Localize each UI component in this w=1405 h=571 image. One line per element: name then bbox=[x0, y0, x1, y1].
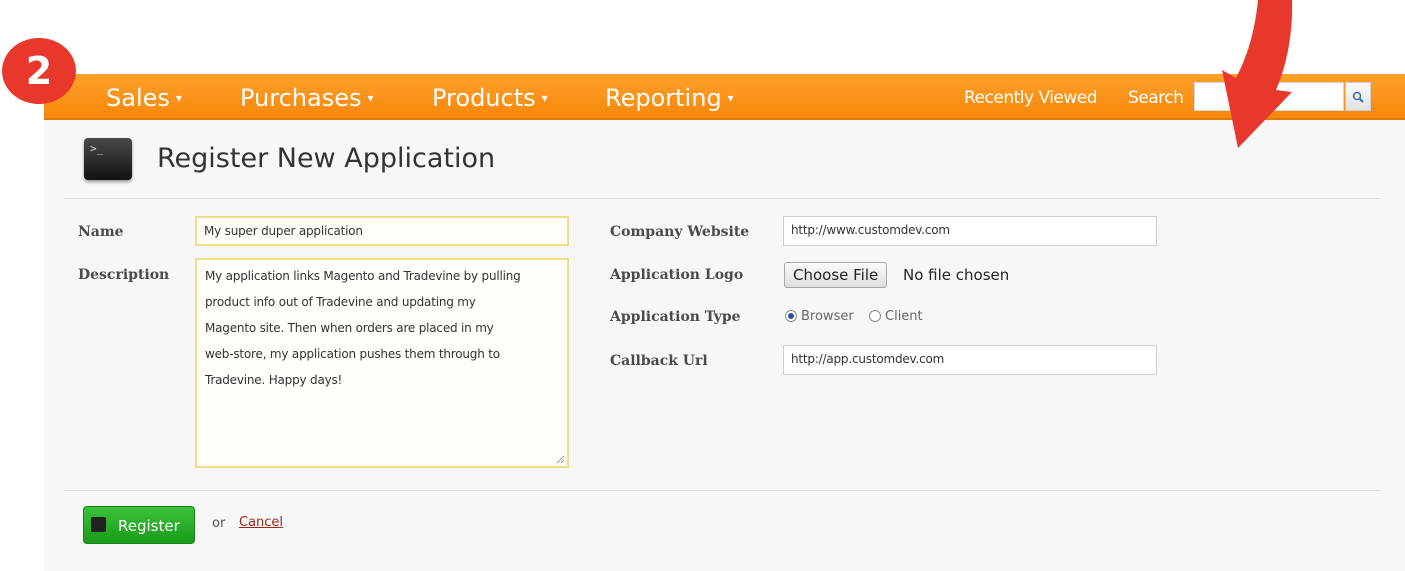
name-label: Name bbox=[78, 224, 124, 240]
description-label: Description bbox=[78, 267, 170, 283]
register-button[interactable]: Register bbox=[83, 506, 195, 544]
nav-reporting[interactable]: Reporting ▾ bbox=[605, 84, 734, 112]
search-label: Search bbox=[1128, 88, 1184, 108]
application-logo-label: Application Logo bbox=[610, 267, 744, 283]
chevron-down-icon: ▾ bbox=[367, 91, 374, 105]
nav-purchases-label: Purchases bbox=[240, 84, 362, 112]
browser-radio[interactable] bbox=[785, 310, 797, 322]
chevron-down-icon: ▾ bbox=[541, 91, 548, 105]
browser-radio-label[interactable]: Browser bbox=[801, 309, 854, 324]
register-button-label: Register bbox=[118, 517, 180, 535]
terminal-icon: >_ bbox=[84, 138, 132, 180]
chevron-down-icon: ▾ bbox=[175, 91, 182, 105]
file-status-text: No file chosen bbox=[903, 266, 1010, 284]
description-line: product info out of Tradevine and updati… bbox=[205, 295, 476, 309]
chevron-down-icon: ▾ bbox=[727, 91, 734, 105]
client-radio[interactable] bbox=[869, 310, 881, 322]
nav-sales[interactable]: Sales ▾ bbox=[106, 84, 182, 112]
callback-url-label: Callback Url bbox=[610, 353, 708, 369]
nav-purchases[interactable]: Purchases ▾ bbox=[240, 84, 374, 112]
company-website-field[interactable]: http://www.customdev.com bbox=[783, 216, 1157, 246]
step-number-badge: 2 bbox=[2, 38, 76, 104]
callback-url-field[interactable]: http://app.customdev.com bbox=[783, 345, 1157, 375]
client-radio-label[interactable]: Client bbox=[885, 309, 923, 324]
name-field[interactable]: My super duper application bbox=[195, 216, 569, 246]
description-field[interactable]: My application links Magento and Tradevi… bbox=[195, 258, 569, 468]
description-line: Tradevine. Happy days! bbox=[205, 373, 343, 387]
register-icon bbox=[91, 517, 106, 532]
cancel-link[interactable]: Cancel bbox=[239, 515, 283, 530]
search-icon bbox=[1352, 91, 1364, 103]
search-button[interactable] bbox=[1345, 82, 1371, 111]
page-title: Register New Application bbox=[157, 143, 496, 174]
resize-grip-icon[interactable] bbox=[555, 454, 565, 464]
description-line: web-store, my application pushes them th… bbox=[205, 347, 500, 361]
application-type-label: Application Type bbox=[610, 309, 741, 325]
or-text: or bbox=[212, 516, 226, 531]
company-website-label: Company Website bbox=[610, 224, 750, 240]
description-line: My application links Magento and Tradevi… bbox=[205, 269, 521, 283]
header-divider bbox=[64, 198, 1380, 199]
recently-viewed-link[interactable]: Recently Viewed bbox=[964, 88, 1098, 108]
nav-products-label: Products bbox=[432, 84, 536, 112]
nav-sales-label: Sales bbox=[106, 84, 170, 112]
nav-products[interactable]: Products ▾ bbox=[432, 84, 548, 112]
description-line: Magento site. Then when orders are place… bbox=[205, 321, 494, 335]
terminal-icon-glyph: >_ bbox=[90, 142, 104, 155]
footer-divider bbox=[64, 490, 1380, 491]
red-arrow-icon bbox=[1222, 0, 1293, 148]
choose-file-button[interactable]: Choose File bbox=[784, 262, 888, 288]
nav-reporting-label: Reporting bbox=[605, 84, 722, 112]
